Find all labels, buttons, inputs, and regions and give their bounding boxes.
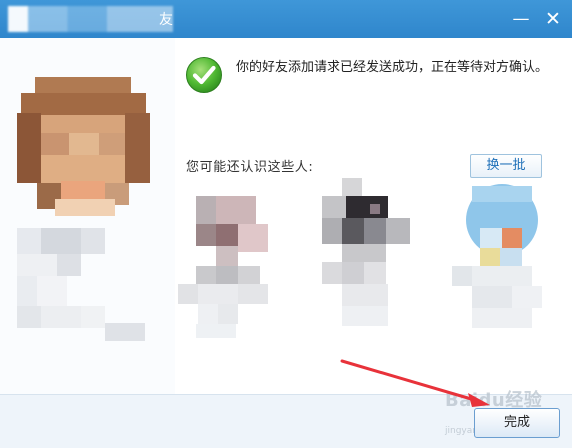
suggested-friend-1[interactable] [178, 190, 278, 350]
profile-info-blurred [17, 228, 145, 341]
suggestions-label: 您可能还认识这些人: [186, 160, 314, 175]
check-circle-icon [186, 57, 222, 93]
window-title-suffix: 友 [159, 12, 173, 28]
friend-avatar [17, 77, 150, 216]
window-title-blurred [8, 6, 173, 32]
minimize-button[interactable]: — [509, 8, 533, 30]
annotation-arrow-icon [340, 359, 490, 407]
close-button[interactable]: ✕ [541, 8, 565, 30]
suggested-friend-2[interactable] [318, 178, 418, 338]
switch-batch-button[interactable]: 换一批 [470, 154, 542, 178]
suggested-friend-3[interactable] [452, 182, 552, 342]
success-message: 你的好友添加请求已经发送成功，正在等待对方确认。 [236, 60, 549, 75]
title-bar: 友 — ✕ [0, 0, 572, 38]
